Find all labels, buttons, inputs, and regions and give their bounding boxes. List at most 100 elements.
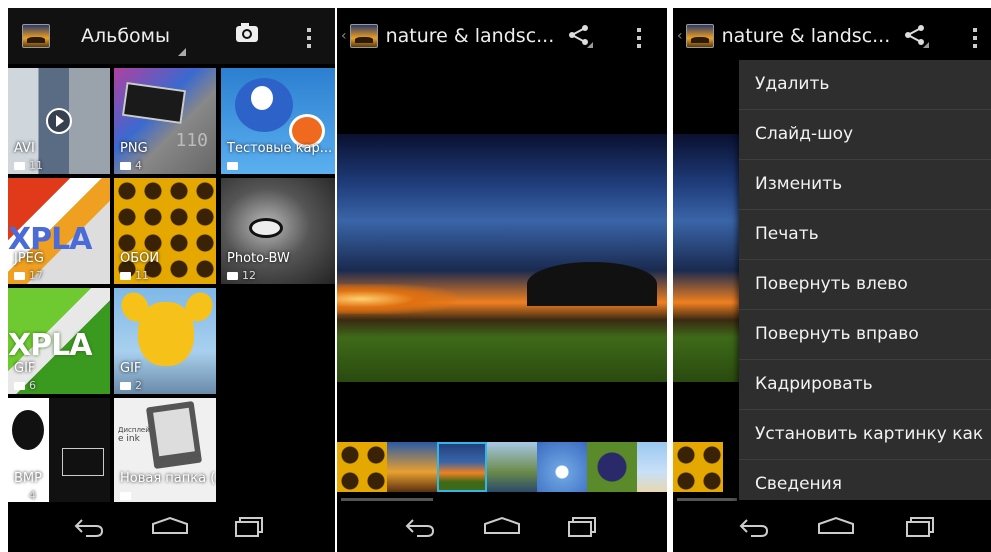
album-count: 12 — [227, 269, 256, 282]
folder-icon — [14, 492, 25, 500]
recent-apps-icon[interactable] — [905, 516, 935, 538]
menu-item-print[interactable]: Печать — [739, 210, 991, 260]
album-tile[interactable]: XPLA JPEG 17 — [8, 178, 110, 284]
main-photo[interactable] — [673, 134, 743, 382]
album-count: 4 — [14, 489, 36, 502]
menu-item-crop[interactable]: Кадрировать — [739, 360, 991, 410]
menu-item-delete[interactable]: Удалить — [739, 60, 991, 110]
film-thumbnail[interactable] — [387, 442, 437, 492]
filmstrip-scrollbar[interactable] — [341, 498, 433, 501]
album-count: 17 — [14, 269, 43, 282]
folder-icon — [227, 162, 238, 170]
folder-icon — [14, 382, 25, 390]
spinner-dropdown-icon[interactable] — [178, 48, 186, 56]
home-icon[interactable] — [817, 516, 855, 534]
navigation-bar — [673, 502, 991, 552]
album-name: Тестовые кар... — [227, 141, 333, 156]
album-tile[interactable]: ОБОИ 11 — [114, 178, 216, 284]
album-count: 6 — [14, 379, 36, 392]
filmstrip — [337, 442, 667, 492]
album-count: 2 — [120, 379, 142, 392]
albums-screen: Альбомы AVI 11 110 PNG 4 Тестовые кар...… — [8, 8, 335, 552]
album-tile[interactable]: Photo-BW 12 — [221, 178, 335, 284]
photo-menu-screen: ‹ nature & landsc... Удалить Слайд-шоу И… — [673, 8, 991, 552]
album-tile[interactable]: Дисплейe ink Новая папка (... — [114, 398, 216, 504]
device-thumbnail — [121, 81, 187, 125]
home-icon[interactable] — [483, 516, 521, 534]
overflow-menu-icon[interactable] — [637, 28, 641, 52]
album-tile[interactable]: 110 PNG 4 — [114, 68, 216, 174]
folder-icon — [14, 272, 25, 280]
menu-item-edit[interactable]: Изменить — [739, 160, 991, 210]
gallery-app-icon[interactable] — [22, 24, 50, 48]
recent-apps-icon[interactable] — [567, 516, 597, 538]
album-count: 11 — [120, 269, 149, 282]
camera-icon[interactable] — [236, 23, 258, 42]
page-title[interactable]: nature & landsc... — [722, 25, 891, 47]
navigation-bar — [8, 502, 335, 552]
album-name: PNG — [120, 141, 148, 156]
main-photo[interactable] — [337, 134, 667, 382]
album-name: GIF — [120, 361, 142, 376]
album-name: BMP — [14, 471, 42, 486]
bw-thumbnail — [12, 410, 44, 450]
menu-item-slideshow[interactable]: Слайд-шоу — [739, 110, 991, 160]
album-count: 4 — [120, 159, 142, 172]
up-caret-icon[interactable]: ‹ — [677, 28, 683, 44]
recent-apps-icon[interactable] — [234, 516, 264, 538]
album-name: GIF — [14, 361, 36, 376]
album-name: JPEG — [14, 251, 44, 266]
film-thumbnail[interactable] — [587, 442, 637, 492]
folder-icon — [14, 162, 25, 170]
album-tile[interactable]: GIF 2 — [114, 288, 216, 394]
gallery-app-icon[interactable] — [349, 24, 378, 48]
album-name: ОБОИ — [120, 251, 160, 266]
album-count — [227, 159, 242, 172]
menu-item-rotate-right[interactable]: Повернуть вправо — [739, 310, 991, 360]
menu-item-rotate-left[interactable]: Повернуть влево — [739, 260, 991, 310]
back-icon[interactable] — [72, 516, 106, 538]
cat-eye-thumbnail — [249, 218, 283, 238]
play-icon — [46, 108, 72, 134]
action-bar: ‹ nature & landsc... — [337, 8, 667, 64]
album-name: Новая папка (... — [120, 471, 216, 486]
album-name: AVI — [14, 141, 35, 156]
share-icon[interactable] — [567, 24, 593, 48]
thumb-number: 110 — [175, 130, 208, 151]
folder-icon — [227, 272, 238, 280]
folder-icon — [120, 492, 131, 500]
menu-item-set-picture-as[interactable]: Установить картинку как — [739, 410, 991, 460]
overflow-menu-icon[interactable] — [973, 28, 977, 52]
home-icon[interactable] — [151, 516, 189, 534]
film-thumbnail[interactable] — [487, 442, 537, 492]
back-icon[interactable] — [737, 516, 771, 538]
film-thumbnail[interactable] — [537, 442, 587, 492]
page-title[interactable]: Альбомы — [81, 25, 170, 47]
overflow-menu: Удалить Слайд-шоу Изменить Печать Поверн… — [739, 60, 991, 500]
gallery-app-icon[interactable] — [685, 24, 714, 48]
page-title[interactable]: nature & landsc... — [386, 25, 555, 47]
folder-icon — [120, 272, 131, 280]
film-thumbnail[interactable] — [637, 442, 667, 492]
album-tile[interactable]: XPLA GIF 6 — [8, 288, 110, 394]
up-caret-icon[interactable]: ‹ — [341, 28, 347, 44]
film-thumbnail[interactable] — [673, 442, 723, 492]
album-tile[interactable]: BMP 4 — [8, 398, 110, 504]
thumb-logo-text: XPLA — [8, 328, 92, 363]
back-icon[interactable] — [403, 516, 437, 538]
album-tile[interactable]: AVI 11 — [8, 68, 110, 174]
film-thumbnail-selected[interactable] — [437, 442, 487, 492]
album-tile[interactable]: Тестовые кар... — [221, 68, 335, 174]
thumb-caption: Дисплей e ink — [118, 426, 150, 444]
album-count — [120, 489, 135, 502]
overflow-menu-icon[interactable] — [307, 28, 311, 52]
album-name: Photo-BW — [227, 251, 290, 266]
filmstrip-scrollbar[interactable] — [677, 498, 737, 501]
photo-screen: ‹ nature & landsc... — [337, 8, 667, 552]
folder-icon — [120, 162, 131, 170]
film-thumbnail[interactable] — [337, 442, 387, 492]
folder-icon — [120, 382, 131, 390]
share-icon[interactable] — [903, 24, 929, 48]
action-bar: Альбомы — [8, 8, 335, 64]
navigation-bar — [337, 502, 667, 552]
